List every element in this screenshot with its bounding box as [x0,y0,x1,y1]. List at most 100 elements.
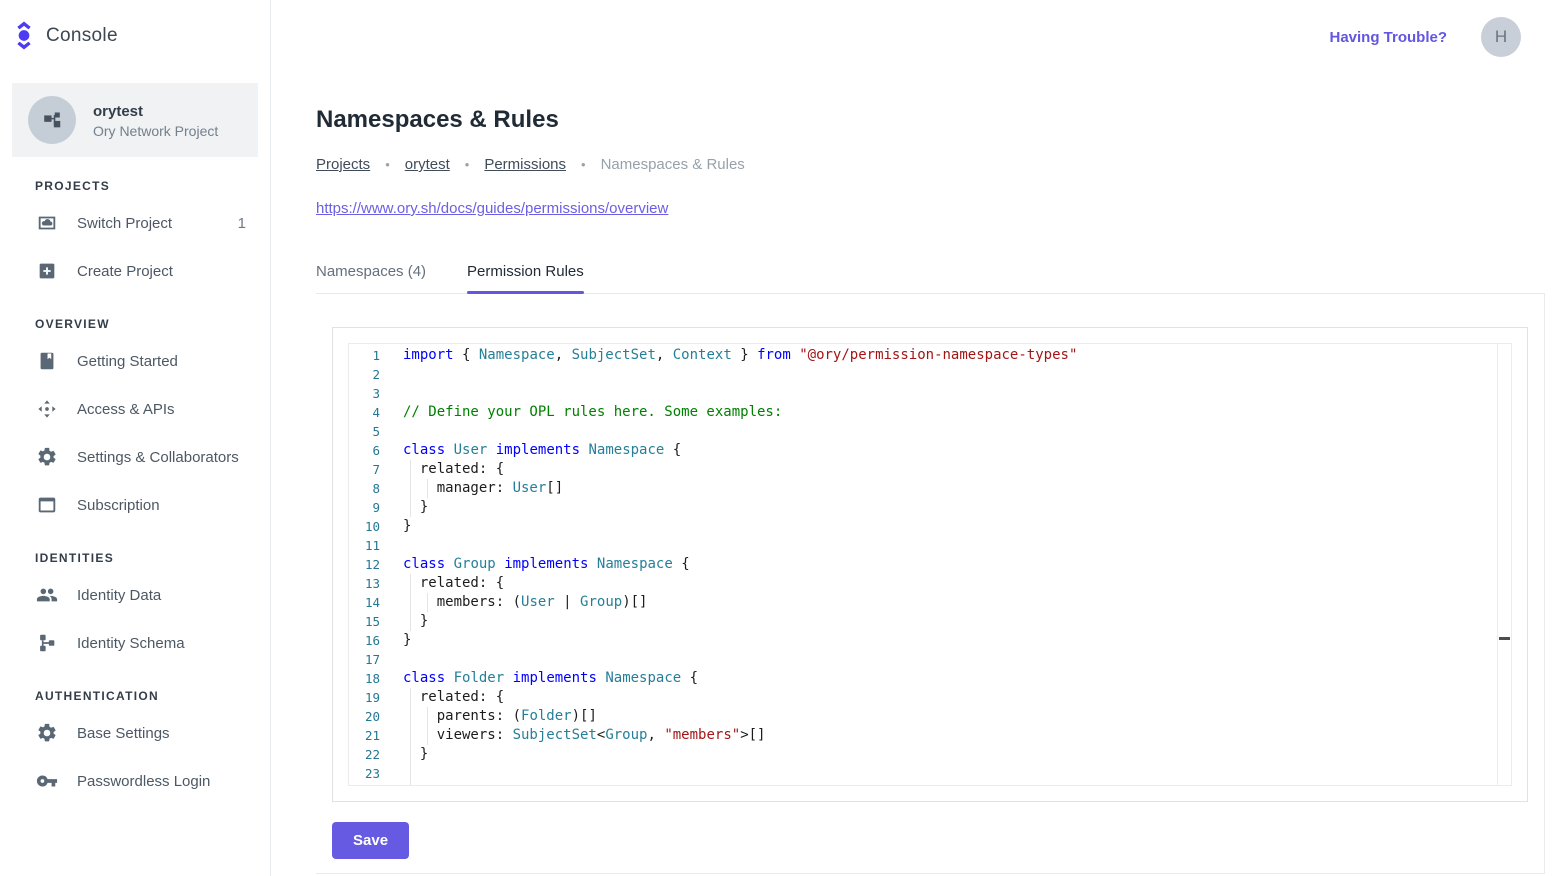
line-number: 7 [349,460,380,479]
sidebar-item-label: Access & APIs [77,401,175,418]
sidebar-item-access-apis[interactable]: Access & APIs [0,385,270,433]
section-label-identities: IDENTITIES [0,529,270,571]
section-label-projects: PROJECTS [0,157,270,199]
line-number: 10 [349,517,380,536]
line-content: } [403,612,428,631]
tab-bar: Namespaces (4) Permission Rules [316,263,1545,294]
line-number: 14 [349,593,380,612]
ory-logo-icon [14,20,34,51]
line-content: import { Namespace, SubjectSet, Context … [403,346,1077,365]
code-line: 8 manager: User[] [349,479,1511,498]
project-card[interactable]: orytest Ory Network Project [12,83,258,157]
code-line: 7 related: { [349,460,1511,479]
line-number: 11 [349,536,380,555]
access-apis-icon [36,398,58,420]
line-content: members: (User | Group)[] [403,593,647,612]
code-lines: 1 import { Namespace, SubjectSet, Context… [349,344,1511,786]
line-number: 1 [349,346,380,365]
code-line: 19 related: { [349,688,1511,707]
sidebar-item-label: Getting Started [77,353,178,370]
project-card-text: orytest Ory Network Project [93,101,218,139]
line-number: 9 [349,498,380,517]
line-number: 3 [349,384,380,403]
line-content: } [403,631,411,650]
sidebar-item-create-project[interactable]: Create Project [0,247,270,295]
line-number: 17 [349,650,380,669]
breadcrumb-permissions[interactable]: Permissions [484,156,566,173]
sidebar-item-passwordless-login[interactable]: Passwordless Login [0,757,270,805]
section-label-authentication: AUTHENTICATION [0,667,270,709]
having-trouble-link[interactable]: Having Trouble? [1329,29,1447,46]
base-settings-icon [35,721,59,745]
brand[interactable]: Console [0,0,270,69]
sidebar-item-label: Base Settings [77,725,170,742]
code-line: 5 [349,422,1511,441]
page-title: Namespaces & Rules [316,106,1545,134]
sidebar-item-identity-schema[interactable]: Identity Schema [0,619,270,667]
passwordless-login-icon [36,770,58,792]
tab-namespaces-4[interactable]: Namespaces (4) [316,263,426,293]
user-avatar[interactable]: H [1481,17,1521,57]
passwordless-login-icon [35,769,59,793]
code-line: 21 viewers: SubjectSet<Group, "members">… [349,726,1511,745]
subscription-icon [36,494,58,516]
sidebar-item-getting-started[interactable]: Getting Started [0,337,270,385]
sidebar-item-label: Settings & Collaborators [77,449,239,466]
access-apis-icon [35,397,59,421]
breadcrumb: Projects•orytest•Permissions•Namespaces … [316,156,1545,173]
ory-console-app: Console orytest Ory Network Project PROJ… [0,0,1556,876]
code-line: 15 } [349,612,1511,631]
identity-schema-icon [36,632,58,654]
code-line: 23 [349,764,1511,783]
breadcrumb-orytest[interactable]: orytest [405,156,450,173]
breadcrumb-separator: • [385,157,390,172]
code-line: 2 [349,365,1511,384]
code-line: 17 [349,650,1511,669]
create-project-icon [36,260,58,282]
settings-collaborators-icon [36,446,58,468]
code-line: 13 related: { [349,574,1511,593]
sidebar: Console orytest Ory Network Project PROJ… [0,0,271,876]
line-content: manager: User[] [403,479,563,498]
docs-link[interactable]: https://www.ory.sh/docs/guides/permissio… [316,200,668,217]
line-content: viewers: SubjectSet<Group, "members">[] [403,726,765,745]
sidebar-item-badge: 1 [238,215,246,232]
editor-scrollbar[interactable] [1497,344,1511,785]
identity-data-icon [35,583,59,607]
line-number: 16 [349,631,380,650]
breadcrumb-projects[interactable]: Projects [316,156,370,173]
sidebar-item-label: Identity Data [77,587,161,604]
sidebar-item-subscription[interactable]: Subscription [0,481,270,529]
getting-started-icon [35,349,59,373]
tab-permission-rules[interactable]: Permission Rules [467,263,584,293]
switch-project-icon [36,212,58,234]
line-number: 5 [349,422,380,441]
subscription-icon [35,493,59,517]
breadcrumb-separator: • [581,157,586,172]
tab-panel: 1 import { Namespace, SubjectSet, Context… [316,294,1545,874]
code-line: 11 [349,536,1511,555]
line-number: 2 [349,365,380,384]
sidebar-item-label: Subscription [77,497,160,514]
code-line: 1 import { Namespace, SubjectSet, Context… [349,346,1511,365]
line-number: 18 [349,669,380,688]
line-number: 24 [349,783,380,786]
line-number: 20 [349,707,380,726]
code-editor-frame: 1 import { Namespace, SubjectSet, Context… [332,327,1528,802]
code-editor[interactable]: 1 import { Namespace, SubjectSet, Context… [348,343,1512,786]
project-avatar [28,96,76,144]
code-line: 6class User implements Namespace { [349,441,1511,460]
code-line: 22 } [349,745,1511,764]
sidebar-item-identity-data[interactable]: Identity Data [0,571,270,619]
sidebar-item-switch-project[interactable]: Switch Project1 [0,199,270,247]
sidebar-item-settings-collaborators[interactable]: Settings & Collaborators [0,433,270,481]
code-line: 10} [349,517,1511,536]
identity-data-icon [36,584,58,606]
code-line: 18 class Folder implements Namespace { [349,669,1511,688]
line-content: class Folder implements Namespace { [403,669,698,688]
save-button[interactable]: Save [332,822,409,859]
line-content: } [403,745,428,764]
line-content: // Define your OPL rules here. Some exam… [403,403,782,422]
code-line: 24 permits = { [349,783,1511,786]
sidebar-item-base-settings[interactable]: Base Settings [0,709,270,757]
